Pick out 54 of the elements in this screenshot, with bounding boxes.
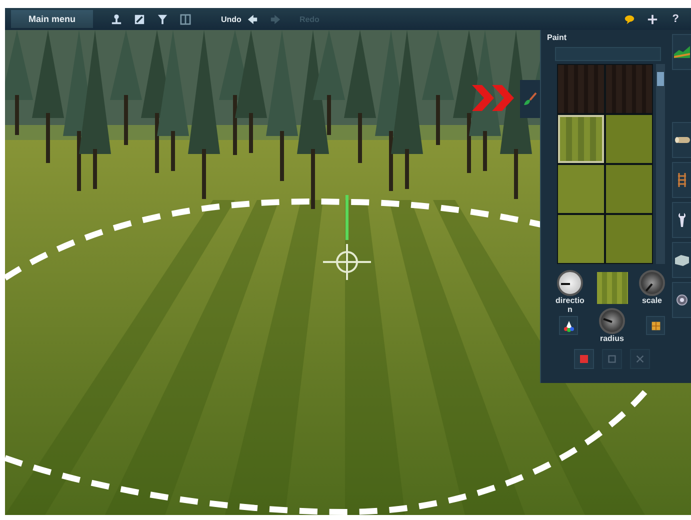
direction-dial[interactable]: [557, 270, 583, 296]
crosshair-icon: [322, 243, 372, 281]
brush-icon: [523, 92, 537, 106]
circle-tool-button[interactable]: [672, 282, 691, 318]
log-tool-button[interactable]: [672, 122, 691, 158]
block-icon: [674, 254, 690, 266]
texture-button[interactable]: [646, 316, 665, 335]
main-menu-button[interactable]: Main menu: [11, 10, 93, 28]
wrench-icon: [676, 212, 688, 228]
radius-label: radius: [600, 334, 624, 343]
scale-knob[interactable]: [639, 270, 665, 296]
double-chevron-icon: [472, 85, 516, 111]
scrollbar[interactable]: [656, 64, 665, 264]
wrench-tool-button[interactable]: [672, 202, 691, 238]
undo-label[interactable]: Undo: [221, 14, 242, 24]
grass-texture-tile[interactable]: [558, 215, 604, 263]
radius-knob[interactable]: [599, 308, 625, 334]
block-tool-button[interactable]: [672, 242, 691, 278]
stop-button[interactable]: [574, 349, 594, 369]
help-button[interactable]: ?: [670, 13, 681, 25]
stop-icon: [580, 355, 588, 363]
columns-icon[interactable]: [180, 14, 191, 24]
square-outline-icon: [608, 355, 616, 363]
paint-tab[interactable]: [520, 80, 540, 118]
direction-label: direction: [555, 296, 585, 314]
log-icon: [674, 135, 690, 145]
panel-title: Paint: [547, 33, 568, 44]
bark-texture-tile[interactable]: [606, 65, 652, 113]
speech-bubble-icon[interactable]: [624, 14, 636, 24]
grass-texture-tile[interactable]: [606, 165, 652, 213]
person-icon[interactable]: [111, 14, 122, 24]
filter-icon[interactable]: [157, 14, 168, 24]
plus-icon[interactable]: [647, 14, 658, 24]
scrollbar-thumb[interactable]: [657, 72, 664, 86]
tile-grid-icon: [650, 320, 660, 330]
fence-icon: [677, 172, 687, 188]
close-icon: [636, 355, 644, 363]
search-field[interactable]: [555, 47, 661, 61]
grass-texture-tile[interactable]: [558, 165, 604, 213]
terrain-tool-button[interactable]: [672, 34, 691, 70]
grass-texture-tile[interactable]: [606, 115, 652, 163]
scale-label: scale: [642, 296, 662, 305]
edit-icon[interactable]: [134, 14, 145, 24]
guide-line: [346, 195, 348, 240]
ring-icon: [676, 294, 688, 306]
hill-icon: [674, 46, 690, 58]
color-drops-icon: [562, 320, 574, 332]
left-arrow-icon[interactable]: [247, 14, 258, 24]
color-button[interactable]: [559, 316, 578, 335]
grass-texture-tile[interactable]: [606, 215, 652, 263]
fence-tool-button[interactable]: [672, 162, 691, 198]
bark-texture-tile[interactable]: [558, 65, 604, 113]
stripes-texture-tile[interactable]: [558, 115, 604, 163]
texture-preview: [596, 272, 628, 304]
